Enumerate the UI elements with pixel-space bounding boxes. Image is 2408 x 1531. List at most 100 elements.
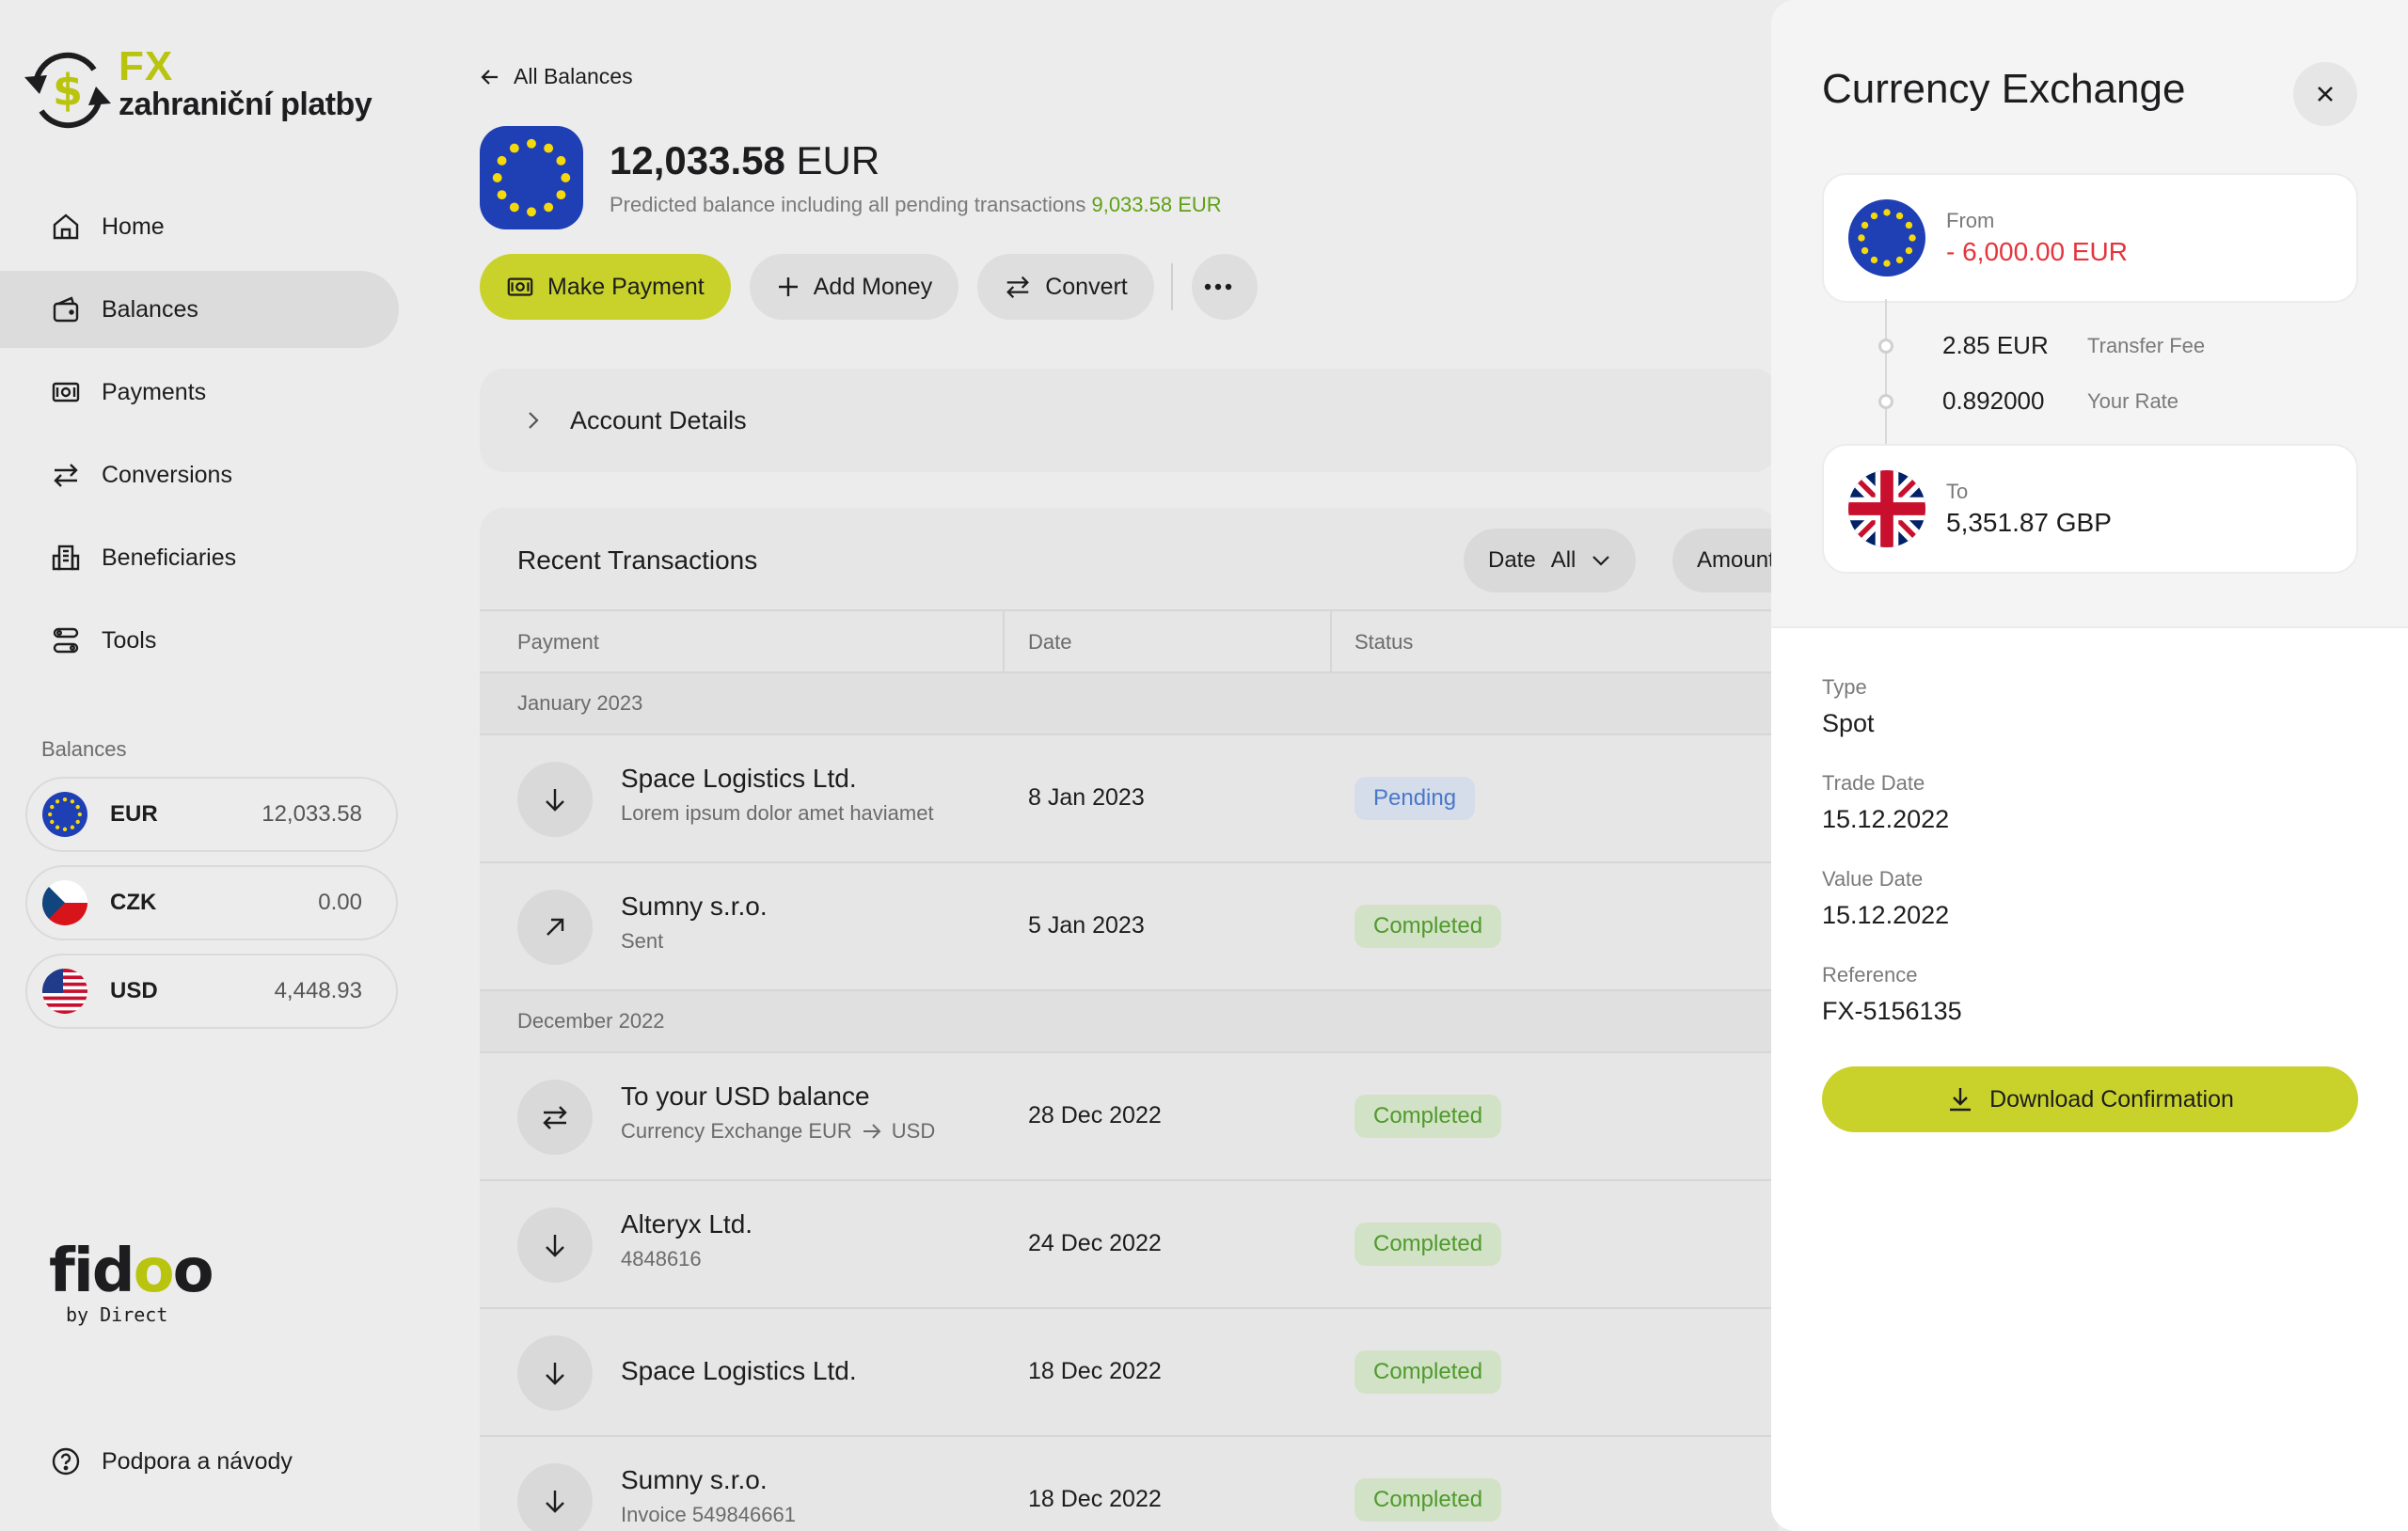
trade-date-label: Trade Date (1822, 771, 1925, 795)
arrow-down-icon (517, 762, 593, 837)
table-row[interactable]: Space Logistics Ltd. 18 Dec 2022 Complet… (480, 1309, 1778, 1437)
balance-total-currency: EUR (796, 138, 880, 182)
back-to-balances-link[interactable]: All Balances (480, 64, 633, 89)
connector-dot (1878, 339, 1893, 354)
status-badge: Completed (1354, 1350, 1502, 1394)
sidebar-item-label: Tools (102, 626, 157, 654)
swap-icon (49, 458, 83, 492)
balance-code: USD (110, 978, 158, 1003)
close-icon (2318, 87, 2333, 102)
sidebar-item-payments[interactable]: Payments (0, 354, 399, 431)
uk-flag-icon (1848, 470, 1925, 547)
tools-icon (49, 623, 83, 657)
account-details-label: Account Details (570, 405, 747, 434)
action-bar: Make Payment Add Money Convert (480, 254, 1276, 320)
transaction-description: Lorem ipsum dolor amet haviamet (621, 801, 934, 825)
chevron-down-icon (1592, 556, 1610, 566)
column-divider (1003, 611, 1005, 673)
sidebar-item-tools[interactable]: Tools (0, 602, 399, 679)
app-logo[interactable]: $ FX zahraniční platby (19, 41, 376, 135)
column-header-status[interactable]: Status (1354, 611, 1413, 673)
reference-value: FX-5156135 (1822, 997, 1962, 1025)
balance-card-czk[interactable]: CZK 0.00 (25, 865, 398, 940)
fidoo-logo-part: fid (49, 1237, 135, 1306)
transaction-date: 18 Dec 2022 (1028, 1486, 1162, 1512)
home-icon (49, 210, 83, 244)
help-circle-icon (49, 1444, 83, 1478)
drawer-title: Currency Exchange (1822, 66, 2186, 112)
date-filter-label: Date (1488, 547, 1536, 573)
column-header-date[interactable]: Date (1028, 611, 1071, 673)
transaction-description: Currency Exchange EUR USD (621, 1119, 935, 1144)
arrow-down-icon (517, 1335, 593, 1411)
logo-fx: FX (119, 43, 174, 89)
transaction-date: 28 Dec 2022 (1028, 1102, 1162, 1129)
month-group-header: December 2022 (480, 991, 1778, 1053)
us-flag-icon (42, 969, 87, 1014)
transaction-date: 5 Jan 2023 (1028, 912, 1145, 939)
close-drawer-button[interactable] (2293, 62, 2357, 126)
rate-row: 0.892000 Your Rate (1942, 387, 2178, 416)
table-row[interactable]: Sumny s.r.o. Invoice 549846661 18 Dec 20… (480, 1437, 1778, 1531)
reference-label: Reference (1822, 963, 1918, 986)
column-header-payment[interactable]: Payment (517, 611, 599, 673)
make-payment-button[interactable]: Make Payment (480, 254, 731, 320)
transactions-table-header: Payment Date Status (480, 609, 1778, 673)
swap-icon (517, 1080, 593, 1155)
detail-reference: Reference FX-5156135 (1822, 963, 1962, 1026)
arrow-down-icon (517, 1463, 593, 1531)
recent-transactions-title: Recent Transactions (517, 545, 758, 575)
sidebar-item-home[interactable]: Home (0, 188, 399, 265)
transaction-description-to: USD (891, 1119, 936, 1143)
convert-button[interactable]: Convert (977, 254, 1154, 320)
add-money-button[interactable]: Add Money (749, 254, 959, 320)
more-options-button[interactable] (1191, 254, 1258, 320)
support-link[interactable]: Podpora a návody (49, 1444, 293, 1478)
status-badge: Completed (1354, 1223, 1502, 1266)
account-details-toggle[interactable]: Account Details (480, 369, 1778, 472)
table-row[interactable]: Sumny s.r.o. Sent 5 Jan 2023 Completed (480, 863, 1778, 991)
exchange-connector (1885, 299, 1887, 444)
detail-trade-date: Trade Date 15.12.2022 (1822, 771, 1949, 834)
balance-header: 12,033.58 EUR Predicted balance includin… (480, 126, 1222, 229)
sidebar: $ FX zahraniční platby Home Balances Pay… (0, 0, 423, 1531)
wallet-icon (49, 292, 83, 326)
rate-value: 0.892000 (1942, 387, 2045, 415)
more-horizontal-icon (1204, 283, 1231, 291)
transaction-date: 8 Jan 2023 (1028, 784, 1145, 811)
table-row[interactable]: Space Logistics Ltd. Lorem ipsum dolor a… (480, 735, 1778, 863)
balance-card-usd[interactable]: USD 4,448.93 (25, 954, 398, 1029)
predicted-balance-amount: 9,033.58 EUR (1091, 193, 1222, 216)
status-badge: Completed (1354, 905, 1502, 948)
exchange-to-card: To 5,351.87 GBP (1822, 444, 2358, 574)
arrow-left-icon (481, 69, 498, 85)
transfer-fee-value: 2.85 EUR (1942, 331, 2049, 359)
transaction-name: Alteryx Ltd. (621, 1209, 753, 1239)
sidebar-item-balances[interactable]: Balances (0, 271, 399, 348)
date-filter-dropdown[interactable]: Date All (1464, 529, 1637, 592)
currency-exchange-drawer: Currency Exchange From - 6,000.00 EUR 2.… (1771, 0, 2408, 1531)
amount-filter-dropdown[interactable]: Amount (1672, 529, 1778, 592)
logo-text: zahraniční platby (119, 87, 372, 122)
building-icon (49, 541, 83, 575)
fidoo-logo: fidoo by Direct (49, 1241, 214, 1326)
table-row[interactable]: Alteryx Ltd. 4848616 24 Dec 2022 Complet… (480, 1181, 1778, 1309)
download-confirmation-button[interactable]: Download Confirmation (1822, 1066, 2358, 1132)
eu-flag-icon (480, 126, 583, 229)
transaction-description: Sent (621, 929, 664, 953)
balance-code: CZK (110, 890, 157, 915)
banknote-icon (507, 277, 533, 296)
transfer-fee-row: 2.85 EUR Transfer Fee (1942, 331, 2205, 360)
convert-label: Convert (1045, 273, 1128, 300)
rate-label: Your Rate (2087, 388, 2179, 413)
detail-type: Type Spot (1822, 675, 1875, 738)
fidoo-logo-sub: by Direct (66, 1303, 168, 1326)
sidebar-item-conversions[interactable]: Conversions (0, 436, 399, 513)
arrow-up-right-icon (517, 890, 593, 965)
add-money-label: Add Money (813, 273, 933, 300)
fidoo-logo-accent: o (133, 1237, 175, 1306)
type-value: Spot (1822, 709, 1875, 737)
sidebar-item-beneficiaries[interactable]: Beneficiaries (0, 519, 399, 596)
balance-card-eur[interactable]: EUR 12,033.58 (25, 777, 398, 852)
table-row[interactable]: To your USD balance Currency Exchange EU… (480, 1053, 1778, 1181)
